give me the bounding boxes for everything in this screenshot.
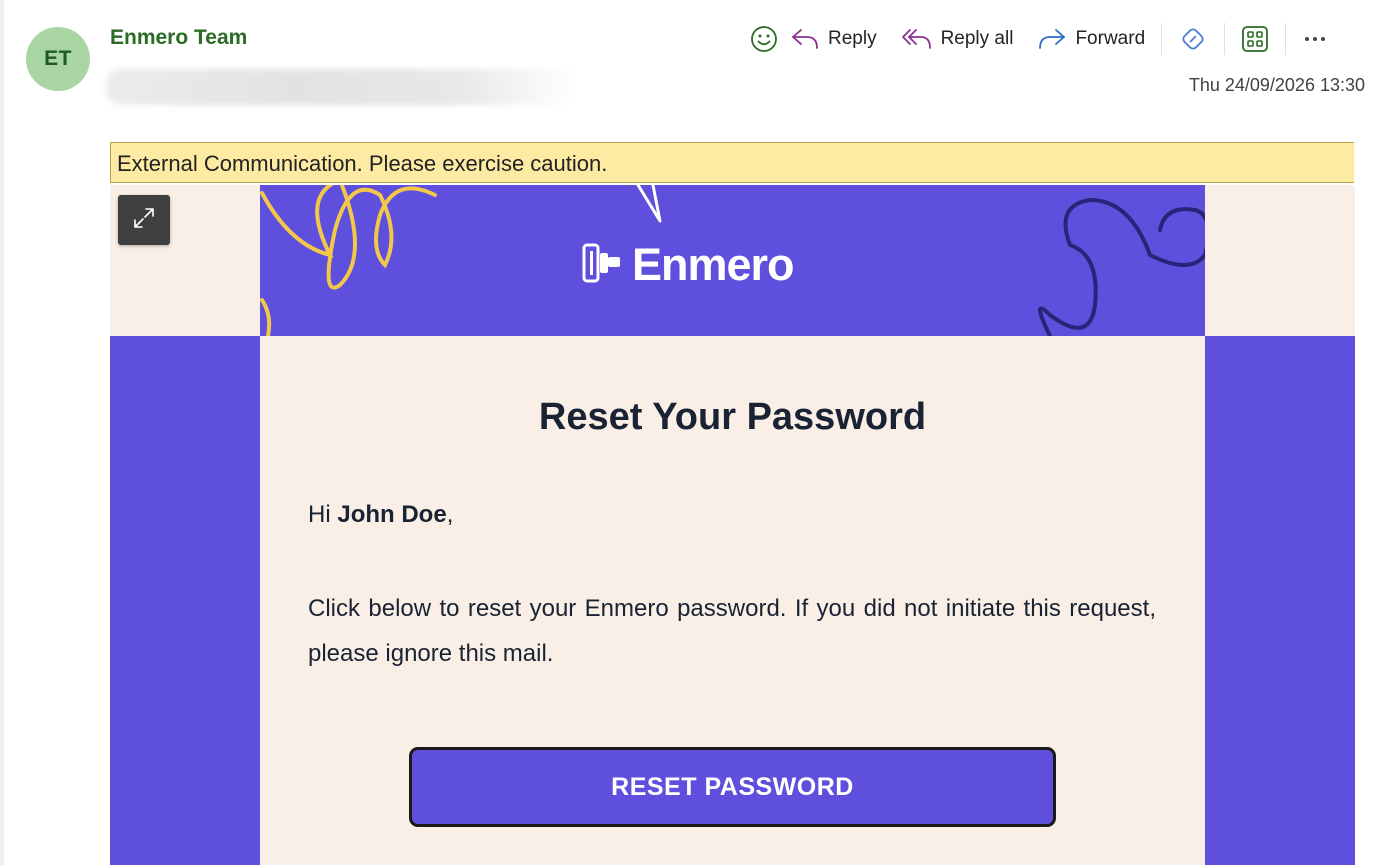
expand-icon (133, 207, 155, 234)
reply-label: Reply (828, 28, 877, 49)
tag-button[interactable] (1172, 20, 1214, 58)
message-date: Thu 24/09/2026 13:30 (1188, 75, 1365, 95)
email-body: Enmero Reset Your Password Hi John Doe, … (110, 185, 1355, 865)
message-toolbar: Reply Reply all Forward (744, 20, 1334, 58)
reading-pane-edge (0, 0, 4, 865)
reply-all-button[interactable]: Reply all (895, 20, 1020, 58)
external-warning-banner: External Communication. Please exercise … (110, 142, 1354, 183)
more-icon (1302, 26, 1328, 52)
reset-password-button[interactable]: RESET PASSWORD (409, 747, 1056, 827)
apps-icon (1241, 25, 1269, 53)
sender-address-redacted (106, 69, 576, 105)
enmero-logo-icon (580, 241, 624, 290)
recipient-name: John Doe (337, 501, 447, 528)
expand-button[interactable] (118, 195, 170, 245)
apps-button[interactable] (1235, 20, 1275, 58)
react-button[interactable] (744, 20, 784, 58)
reply-all-label: Reply all (940, 28, 1014, 49)
enmero-logo: Enmero (580, 239, 795, 291)
email-title: Reset Your Password (538, 396, 927, 438)
toolbar-divider (1224, 23, 1226, 55)
reply-icon (790, 26, 820, 52)
greeting: Hi John Doe, (308, 501, 453, 529)
email-header: Enmero (260, 185, 1205, 336)
smiley-icon (750, 25, 778, 53)
tag-icon (1178, 24, 1208, 54)
more-actions-button[interactable] (1296, 20, 1334, 58)
sender-avatar[interactable]: ET (26, 27, 90, 91)
email-content-card: Reset Your Password Hi John Doe, Click b… (260, 336, 1205, 865)
enmero-wordmark: Enmero (632, 239, 795, 290)
reply-all-icon (901, 26, 933, 52)
forward-icon (1037, 26, 1067, 52)
toolbar-divider (1161, 23, 1163, 55)
reply-button[interactable]: Reply (784, 20, 883, 58)
sender-name[interactable]: Enmero Team (110, 26, 247, 50)
toolbar-divider (1285, 23, 1287, 55)
greeting-prefix: Hi (308, 501, 338, 528)
greeting-suffix: , (446, 501, 454, 528)
email-message: Click below to reset your Enmero passwor… (308, 595, 1156, 667)
forward-label: Forward (1075, 28, 1146, 49)
forward-button[interactable]: Forward (1031, 20, 1151, 58)
